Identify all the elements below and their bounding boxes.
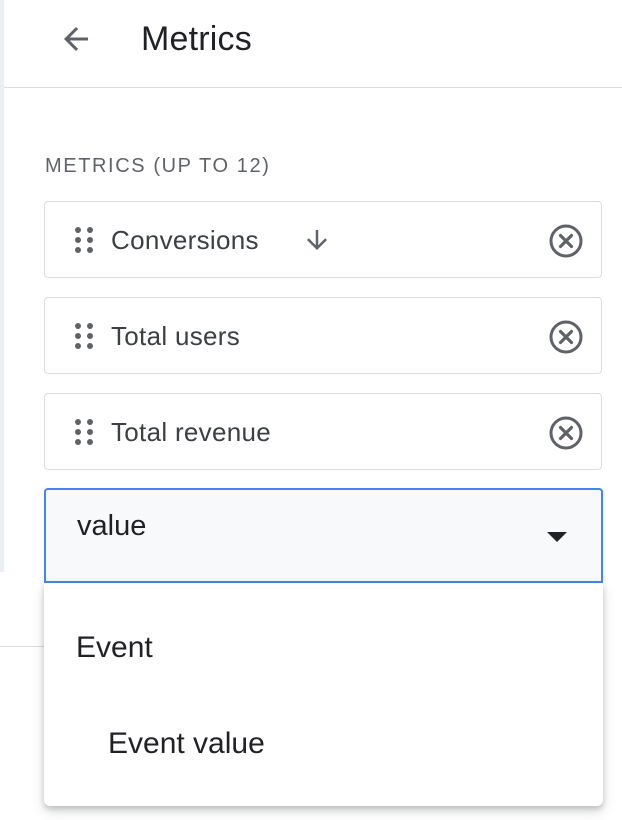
metric-chip-conversions[interactable]: Conversions (44, 201, 602, 278)
metrics-panel: Metrics METRICS (UP TO 12) Conversions T… (0, 0, 622, 820)
arrow-back-icon (64, 27, 88, 51)
drag-handle-icon[interactable] (73, 226, 95, 254)
panel-header: Metrics (4, 0, 622, 88)
remove-metric-icon[interactable] (548, 223, 584, 259)
metric-chip-total-users[interactable]: Total users (44, 297, 602, 374)
metric-chip-label: Conversions (111, 225, 259, 255)
dropdown-arrow-icon[interactable] (545, 530, 569, 544)
arrow-down-icon[interactable] (302, 225, 332, 255)
search-input[interactable]: value (77, 510, 146, 543)
menu-group-header: Event (76, 631, 153, 664)
menu-option-event-value[interactable]: Event value (44, 696, 603, 792)
metric-chip-label: Total revenue (111, 417, 272, 447)
background-divider (0, 646, 44, 647)
page-title: Metrics (141, 20, 252, 58)
add-metric-search-field[interactable]: value (44, 488, 603, 583)
remove-metric-icon[interactable] (548, 415, 584, 451)
metrics-section-label: METRICS (UP TO 12) (45, 155, 271, 177)
metric-chip-total-revenue[interactable]: Total revenue (44, 393, 602, 470)
metric-chip-label: Total users (111, 321, 241, 351)
drag-handle-icon[interactable] (73, 322, 95, 350)
back-button[interactable] (52, 18, 100, 60)
metric-suggestions-menu: Event Event value (44, 583, 603, 806)
drag-handle-icon[interactable] (73, 418, 95, 446)
remove-metric-icon[interactable] (548, 319, 584, 355)
